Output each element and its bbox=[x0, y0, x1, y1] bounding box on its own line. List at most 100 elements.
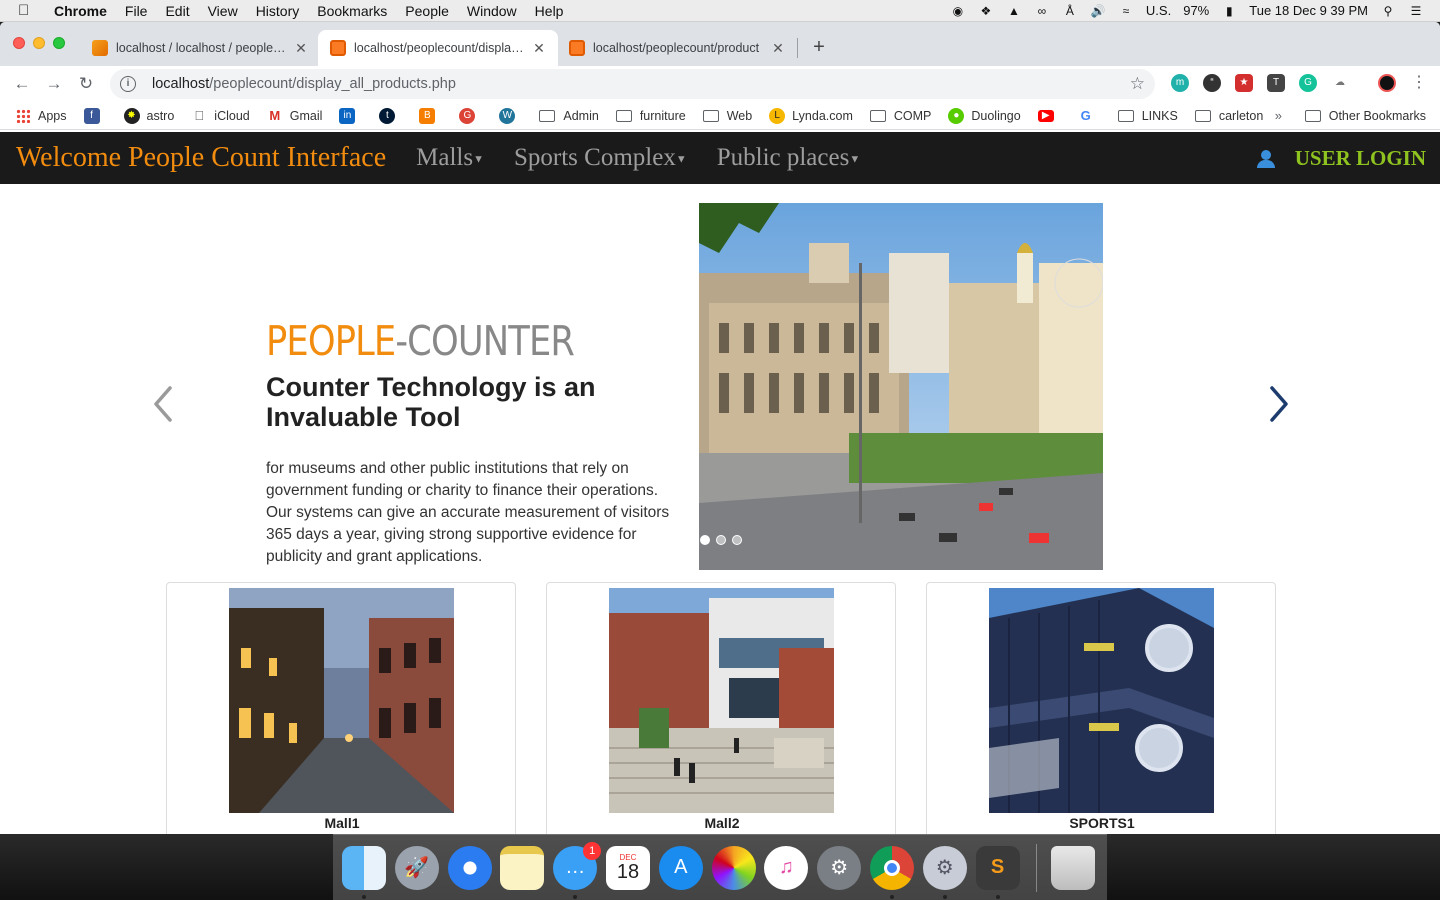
site-brand[interactable]: Welcome People Count Interface bbox=[16, 142, 386, 174]
product-name[interactable]: Mall1 bbox=[167, 815, 517, 831]
itunes-icon[interactable]: ♫ bbox=[764, 845, 809, 890]
carousel-prev-arrow-icon[interactable] bbox=[148, 384, 178, 424]
profile-avatar[interactable] bbox=[1378, 74, 1396, 92]
bookmark-tumblr[interactable]: t bbox=[379, 107, 402, 124]
bookmark-duolingo[interactable]: ● Duolingo bbox=[948, 107, 1021, 124]
bookmark-apps[interactable]: Apps bbox=[16, 108, 67, 123]
bookmark-google[interactable]: G bbox=[1078, 108, 1101, 124]
clock[interactable]: Tue 18 Dec 9 39 PM bbox=[1249, 3, 1368, 18]
close-tab-icon[interactable]: ✕ bbox=[294, 40, 308, 57]
battery-percent[interactable]: 97% bbox=[1183, 3, 1209, 18]
finder-icon[interactable] bbox=[342, 845, 386, 899]
product-card-sports1[interactable]: SPORTS1 bbox=[926, 582, 1276, 834]
tab-phpmyadmin[interactable]: localhost / localhost / people_c ✕ bbox=[80, 30, 320, 66]
bookmark-icloud[interactable]: iCloud bbox=[191, 108, 249, 124]
zoom-window-button[interactable] bbox=[53, 37, 65, 49]
launchpad-icon[interactable]: 🚀 bbox=[394, 845, 439, 890]
bookmark-folder-carleton[interactable]: carleton bbox=[1194, 109, 1263, 123]
cloud-extension-icon[interactable]: ☁ bbox=[1331, 74, 1349, 92]
mention-extension-icon[interactable]: m bbox=[1171, 74, 1189, 92]
app-store-icon[interactable]: A bbox=[658, 845, 703, 890]
speech-extension-icon[interactable]: “ bbox=[1203, 74, 1221, 92]
menu-help[interactable]: Help bbox=[535, 3, 564, 19]
safari-icon[interactable] bbox=[447, 845, 492, 890]
chrome-icon[interactable] bbox=[869, 845, 914, 899]
forward-arrow-icon[interactable]: → bbox=[38, 74, 70, 94]
bookmark-folder-admin[interactable]: Admin bbox=[539, 109, 599, 123]
bluetooth-icon[interactable]: Å bbox=[1062, 4, 1078, 18]
notification-center-icon[interactable]: ☰ bbox=[1408, 4, 1424, 18]
menu-edit[interactable]: Edit bbox=[165, 3, 189, 19]
bookmark-lynda[interactable]: L Lynda.com bbox=[769, 107, 853, 124]
nav-malls-dropdown[interactable]: Malls▼ bbox=[416, 144, 484, 172]
sports1-container-building-image[interactable] bbox=[989, 588, 1214, 813]
airplay-icon[interactable]: ▲ bbox=[1006, 4, 1022, 18]
trash-icon[interactable] bbox=[1051, 845, 1096, 890]
nav-public-places-dropdown[interactable]: Public places▼ bbox=[717, 144, 861, 172]
product-name[interactable]: SPORTS1 bbox=[927, 815, 1277, 831]
bookmark-other-bookmarks[interactable]: Other Bookmarks bbox=[1304, 109, 1426, 123]
bookmark-wordpress[interactable]: W bbox=[499, 107, 522, 124]
notes-icon[interactable] bbox=[500, 845, 545, 890]
bookmark-astro[interactable]: ✸ astro bbox=[123, 107, 174, 124]
text-extension-icon[interactable]: T bbox=[1267, 74, 1285, 92]
dropbox-icon[interactable]: ❖ bbox=[978, 4, 994, 18]
status-circle-icon[interactable]: ◉ bbox=[950, 4, 966, 18]
menu-bookmarks[interactable]: Bookmarks bbox=[317, 3, 387, 19]
bookmark-google-plus[interactable]: G bbox=[459, 107, 482, 124]
grammarly-icon[interactable]: G bbox=[1299, 74, 1317, 92]
chrome-menu-icon[interactable]: ⋮ bbox=[1410, 74, 1428, 92]
bookmark-youtube[interactable]: ▶ bbox=[1037, 109, 1061, 122]
battery-icon[interactable]: ▮ bbox=[1221, 4, 1237, 18]
tab-product[interactable]: localhost/peoplecount/product ✕ bbox=[557, 30, 797, 66]
bookmarks-overflow-icon[interactable]: » bbox=[1275, 108, 1282, 123]
bookmark-gmail[interactable]: M Gmail bbox=[267, 108, 322, 124]
carousel-next-arrow-icon[interactable] bbox=[1264, 384, 1294, 424]
menu-history[interactable]: History bbox=[256, 3, 300, 19]
site-info-icon[interactable]: i bbox=[120, 76, 136, 92]
reload-icon[interactable]: ↻ bbox=[70, 74, 102, 94]
product-card-mall2[interactable]: Mall2 bbox=[546, 582, 896, 834]
carousel-indicator-1[interactable] bbox=[700, 535, 710, 545]
carousel-indicator-3[interactable] bbox=[732, 535, 742, 545]
carousel-indicator-2[interactable] bbox=[716, 535, 726, 545]
close-tab-icon[interactable]: ✕ bbox=[532, 40, 546, 57]
volume-icon[interactable]: 🔊 bbox=[1090, 4, 1106, 18]
system-preferences-icon[interactable]: ⚙ bbox=[817, 845, 862, 890]
menu-people[interactable]: People bbox=[405, 3, 449, 19]
bookmark-folder-comp[interactable]: COMP bbox=[869, 109, 931, 123]
sublime-text-icon[interactable]: S bbox=[975, 845, 1020, 899]
menu-window[interactable]: Window bbox=[467, 3, 517, 19]
menu-view[interactable]: View bbox=[208, 3, 238, 19]
calendar-icon[interactable]: DEC 18 bbox=[605, 845, 650, 890]
bookmark-linkedin[interactable]: in bbox=[339, 107, 362, 124]
power-infinity-icon[interactable]: ∞ bbox=[1034, 4, 1050, 18]
settings-icon[interactable]: ⚙ bbox=[922, 845, 967, 899]
back-arrow-icon[interactable]: ← bbox=[6, 74, 38, 94]
apple-menu-icon[interactable]:  bbox=[18, 2, 40, 19]
mall2-building-image[interactable] bbox=[609, 588, 834, 813]
new-tab-button[interactable]: + bbox=[808, 36, 830, 59]
bookmark-folder-links[interactable]: LINKS bbox=[1117, 109, 1178, 123]
menu-file[interactable]: File bbox=[125, 3, 148, 19]
product-card-mall1[interactable]: Mall1 bbox=[166, 582, 516, 834]
bookmark-folder-furniture[interactable]: furniture bbox=[615, 109, 686, 123]
nav-sports-complex-dropdown[interactable]: Sports Complex▼ bbox=[514, 144, 687, 172]
close-tab-icon[interactable]: ✕ bbox=[771, 40, 785, 57]
user-login-link[interactable]: USER LOGIN bbox=[1256, 146, 1426, 171]
wifi-icon[interactable]: ≈ bbox=[1118, 4, 1134, 18]
tab-display-all-products[interactable]: localhost/peoplecount/display_ ✕ bbox=[318, 30, 558, 66]
input-locale[interactable]: U.S. bbox=[1146, 3, 1171, 18]
bookmark-folder-web[interactable]: Web bbox=[702, 109, 752, 123]
close-window-button[interactable] bbox=[13, 37, 25, 49]
mall1-street-image[interactable] bbox=[229, 588, 454, 813]
bookmark-star-icon[interactable]: ☆ bbox=[1130, 74, 1145, 94]
spotlight-search-icon[interactable]: ⚲ bbox=[1380, 4, 1396, 18]
minimize-window-button[interactable] bbox=[33, 37, 45, 49]
pin-extension-icon[interactable]: ★ bbox=[1235, 74, 1253, 92]
messages-icon[interactable]: … 1 bbox=[553, 841, 602, 899]
address-bar[interactable]: i localhost/peoplecount/display_all_prod… bbox=[110, 69, 1155, 99]
bookmark-facebook[interactable]: f bbox=[83, 107, 107, 124]
photos-icon[interactable] bbox=[711, 845, 756, 890]
product-name[interactable]: Mall2 bbox=[547, 815, 897, 831]
